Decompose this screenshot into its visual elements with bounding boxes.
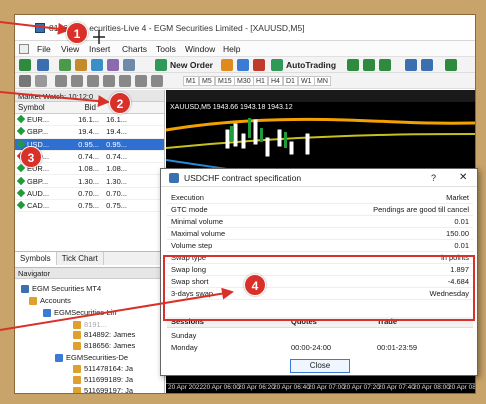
- mouse-cursor-icon: [93, 30, 105, 44]
- callout-arrows: [0, 21, 234, 331]
- arrow-2: [0, 91, 110, 108]
- arrow-4: [0, 287, 234, 331]
- callout-badge: 2: [109, 92, 131, 114]
- arrow-1: [0, 21, 70, 35]
- callout-badge: 1: [66, 22, 88, 44]
- callout-badge: 4: [244, 274, 266, 296]
- callout-badge: 3: [20, 146, 42, 168]
